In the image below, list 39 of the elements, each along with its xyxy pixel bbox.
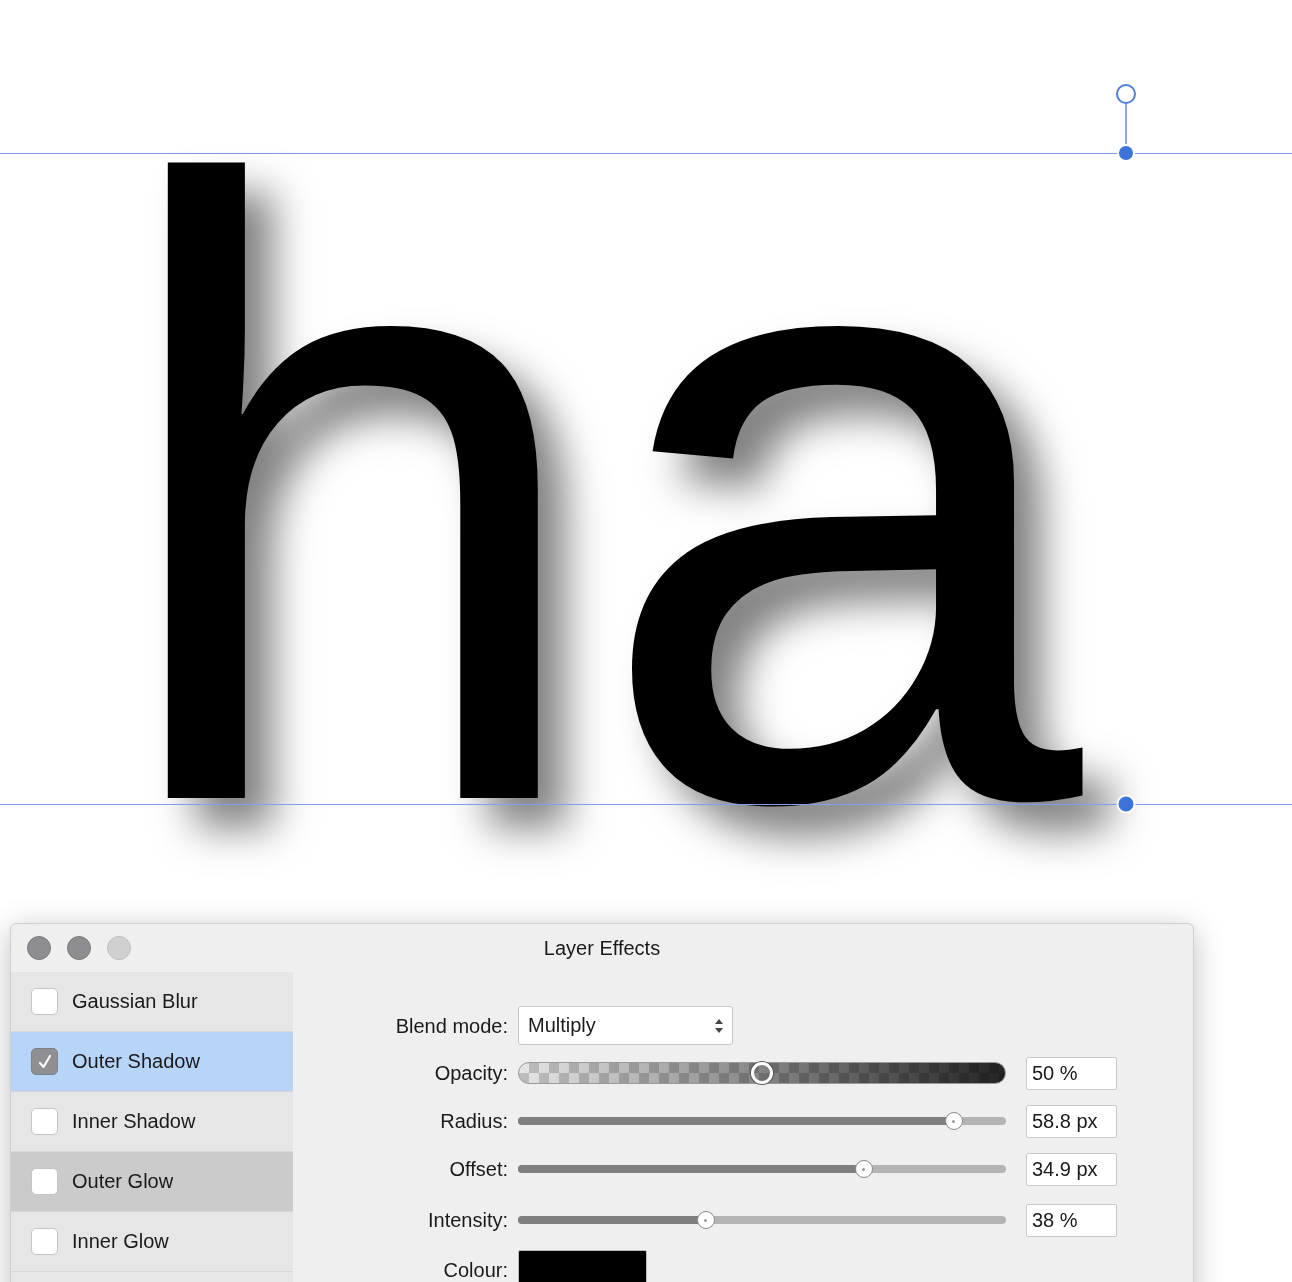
close-button[interactable] — [27, 936, 51, 960]
effect-label: Gaussian Blur — [72, 990, 198, 1013]
checkbox[interactable] — [31, 1168, 58, 1195]
effect-item[interactable]: Outer Shadow — [11, 1032, 293, 1092]
panel-title: Layer Effects — [543, 936, 661, 959]
effect-label: Outer Shadow — [72, 1050, 200, 1073]
effect-item[interactable]: Gaussian Blur — [11, 972, 293, 1032]
slider-track[interactable] — [518, 1112, 1006, 1130]
colour-swatch[interactable] — [518, 1250, 647, 1282]
field-label: Radius: — [439, 1111, 508, 1131]
effect-label: Inner Glow — [72, 1230, 169, 1253]
checkbox[interactable] — [31, 988, 58, 1015]
slider-track[interactable] — [518, 1160, 1006, 1178]
slider-track[interactable] — [518, 1211, 1006, 1229]
effect-item[interactable]: Inner Glow — [11, 1212, 293, 1272]
minimize-button[interactable] — [67, 936, 91, 960]
opacity-slider[interactable] — [518, 1062, 1006, 1084]
value-field[interactable]: 58.8 px — [1026, 1104, 1117, 1138]
field-label: Blend mode: — [394, 1015, 508, 1036]
slider-thumb[interactable] — [696, 1211, 715, 1229]
field-label: Intensity: — [426, 1210, 508, 1230]
slider-thumb[interactable] — [944, 1112, 963, 1130]
value-field[interactable]: 50 % — [1026, 1056, 1117, 1090]
effect-label: Outer Glow — [72, 1170, 174, 1193]
effect-label: Inner Shadow — [72, 1110, 196, 1133]
field-label: Colour: — [442, 1260, 508, 1280]
checkbox[interactable] — [31, 1228, 58, 1255]
resize-handle-icon[interactable] — [1116, 794, 1136, 814]
value-field[interactable]: 38 % — [1026, 1203, 1117, 1237]
checkbox[interactable] — [31, 1108, 58, 1135]
field-label: Opacity: — [433, 1063, 508, 1083]
blend-mode-dropdown[interactable]: Multiply — [518, 1006, 733, 1045]
checkbox[interactable] — [31, 1048, 58, 1075]
value-field[interactable]: 34.9 px — [1026, 1152, 1117, 1186]
field-label: Offset: — [448, 1159, 508, 1179]
slider-thumb[interactable] — [855, 1160, 873, 1178]
effect-item[interactable]: Inner Shadow — [11, 1092, 293, 1152]
effect-item[interactable]: Outer Glow — [11, 1152, 293, 1212]
checkmark-icon — [36, 1053, 53, 1070]
